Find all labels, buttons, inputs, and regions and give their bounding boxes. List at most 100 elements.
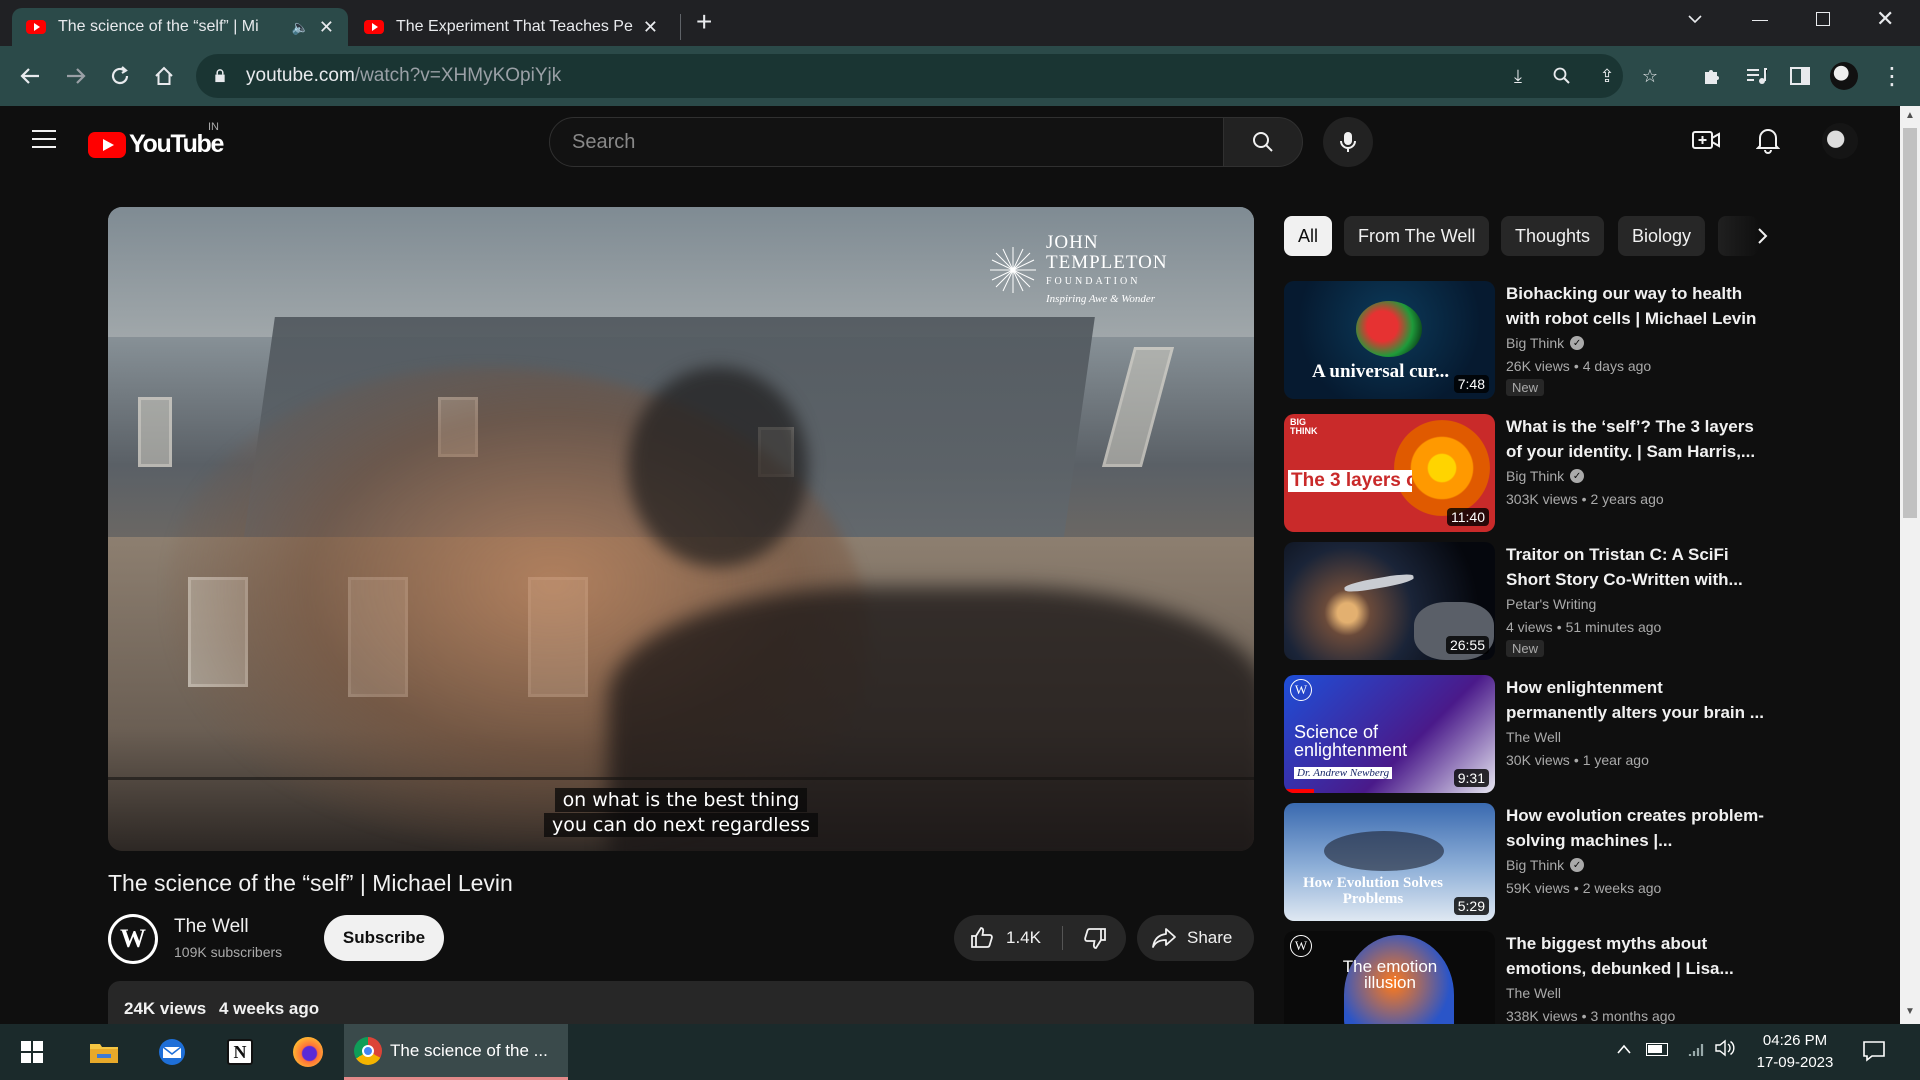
related-meta: 30K views • 1 year ago (1506, 752, 1649, 768)
install-app-icon[interactable]: ⤓ (1506, 64, 1530, 88)
scrollbar-thumb[interactable] (1903, 128, 1917, 518)
tab-experiment[interactable]: The Experiment That Teaches Pec ✕ (350, 8, 672, 46)
forward-arrow-icon[interactable] (60, 60, 92, 92)
balcony-rail (108, 777, 1254, 780)
duration-badge: 26:55 (1445, 636, 1489, 654)
thumb-text: The 3 layers of the ‘self’ (1288, 470, 1412, 492)
chip-next-chevron-icon[interactable] (1744, 218, 1780, 254)
taskbar-chrome-window[interactable]: The science of the ... (344, 1024, 568, 1080)
address-bar[interactable]: youtube.com/watch?v=XHMyKOpiYjk ⤓ ⇪ ☆ (196, 54, 1658, 98)
zoom-icon[interactable] (1550, 64, 1574, 88)
related-video[interactable]: BIG THINK The 3 layers of the ‘self’ 11:… (1284, 414, 1770, 532)
search-button[interactable] (1223, 117, 1303, 167)
notification-center-icon[interactable] (1862, 1040, 1886, 1067)
duration-badge: 7:48 (1453, 375, 1489, 393)
chip-from-the-well[interactable]: From The Well (1344, 216, 1490, 256)
share-button[interactable]: Share (1137, 915, 1254, 961)
youtube-favicon-icon (26, 20, 46, 34)
watermark-foundation: FOUNDATION (1046, 276, 1141, 287)
related-video[interactable]: A universal cur... 7:48 Biohacking our w… (1284, 281, 1770, 399)
volume-icon[interactable] (1714, 1038, 1736, 1063)
back-arrow-icon[interactable] (14, 60, 46, 92)
thumb-text: A universal cur... (1312, 361, 1450, 382)
video-thumbnail[interactable]: W Science of enlightenment Dr. Andrew Ne… (1284, 675, 1495, 793)
thumb-text: The emotion illusion (1342, 957, 1438, 992)
related-channel[interactable]: Big Think ✓ (1506, 468, 1585, 484)
share-page-icon[interactable]: ⇪ (1595, 64, 1619, 88)
channel-name[interactable]: The Well (174, 916, 249, 938)
related-video[interactable]: W The emotion illusion The biggest myths… (1284, 931, 1770, 1024)
related-channel[interactable]: The Well (1506, 729, 1561, 745)
mail-app-icon[interactable] (152, 1032, 192, 1072)
video-thumbnail[interactable]: W The emotion illusion (1284, 931, 1495, 1024)
url-text: youtube.com/watch?v=XHMyKOpiYjk (246, 65, 562, 86)
new-tab-button[interactable]: + (696, 6, 712, 38)
restore-icon[interactable] (1816, 12, 1830, 26)
notifications-bell-icon[interactable] (1755, 126, 1781, 159)
home-icon[interactable] (148, 60, 180, 92)
wifi-icon[interactable] (1684, 1038, 1706, 1063)
browser-menu-icon[interactable]: ⋮ (1876, 60, 1908, 92)
tab-title: The Experiment That Teaches Pec (396, 18, 633, 35)
related-video[interactable]: How Evolution Solves Problems 5:29 How e… (1284, 803, 1770, 921)
firefox-icon[interactable] (288, 1032, 328, 1072)
video-thumbnail[interactable]: BIG THINK The 3 layers of the ‘self’ 11:… (1284, 414, 1495, 532)
youtube-favicon-icon (364, 20, 384, 34)
related-channel[interactable]: The Well (1506, 985, 1561, 1001)
video-thumbnail[interactable]: How Evolution Solves Problems 5:29 (1284, 803, 1495, 921)
verified-check-icon: ✓ (1570, 469, 1585, 483)
file-explorer-icon[interactable] (84, 1032, 124, 1072)
related-meta: 4 views • 51 minutes ago (1506, 619, 1662, 635)
side-panel-icon[interactable] (1784, 60, 1816, 92)
subscribe-button[interactable]: Subscribe (324, 915, 444, 961)
media-control-icon[interactable] (1740, 60, 1772, 92)
windows-start-icon[interactable] (12, 1032, 52, 1072)
video-thumbnail[interactable]: 26:55 (1284, 542, 1495, 660)
like-button[interactable]: 1.4K (954, 915, 1062, 961)
youtube-logo[interactable]: YouTube IN (88, 121, 224, 159)
reload-icon[interactable] (104, 60, 136, 92)
video-player[interactable]: JOHN TEMPLETON FOUNDATION Inspiring Awe &… (108, 207, 1254, 851)
scroll-up-arrow-icon[interactable]: ▲ (1905, 110, 1915, 121)
tab-close-icon[interactable]: ✕ (643, 17, 658, 38)
search-icon (1253, 132, 1273, 152)
chip-all[interactable]: All (1284, 216, 1333, 256)
page-scrollbar[interactable]: ▲ ▼ (1900, 106, 1920, 1024)
tab-close-icon[interactable]: ✕ (319, 17, 334, 38)
tab-search-chevron-icon[interactable] (1686, 10, 1704, 33)
taskbar-window-title: The science of the ... (390, 1040, 548, 1060)
channel-avatar[interactable]: W (108, 914, 158, 964)
bookmark-star-icon[interactable]: ☆ (1638, 64, 1662, 88)
chip-biology[interactable]: Biology (1618, 216, 1706, 256)
battery-icon[interactable] (1646, 1043, 1668, 1056)
account-avatar[interactable] (1822, 123, 1858, 159)
video-thumbnail[interactable]: A universal cur... 7:48 (1284, 281, 1495, 399)
related-title: Biohacking our way to health with robot … (1506, 284, 1757, 328)
tab-science-of-self[interactable]: The science of the “self” | Mi 🔈 ✕ (12, 8, 348, 46)
related-title: How enlightenment permanently alters you… (1506, 678, 1764, 722)
profile-avatar-icon[interactable] (1828, 60, 1860, 92)
search-input[interactable] (550, 118, 1223, 166)
upload-age: 4 weeks ago (218, 999, 320, 1018)
show-hidden-icons-icon[interactable] (1616, 1042, 1632, 1060)
chip-thoughts[interactable]: Thoughts (1501, 216, 1605, 256)
duration-badge: 11:40 (1447, 508, 1489, 526)
related-channel[interactable]: Big Think ✓ (1506, 857, 1585, 873)
hamburger-menu-icon[interactable] (32, 130, 56, 150)
create-video-icon[interactable] (1692, 128, 1720, 157)
window-close-icon[interactable]: ✕ (1876, 6, 1894, 32)
voice-search-button[interactable] (1323, 117, 1373, 167)
lock-icon[interactable] (214, 69, 226, 83)
related-channel[interactable]: Petar's Writing (1506, 596, 1596, 612)
related-channel[interactable]: Big Think ✓ (1506, 335, 1585, 351)
related-video[interactable]: W Science of enlightenment Dr. Andrew Ne… (1284, 675, 1770, 793)
dislike-button[interactable] (1063, 915, 1126, 961)
related-video[interactable]: 26:55 Traitor on Tristan C: A SciFi Shor… (1284, 542, 1770, 660)
minimize-icon[interactable] (1752, 20, 1768, 21)
scroll-down-arrow-icon[interactable]: ▼ (1905, 1006, 1915, 1017)
extensions-puzzle-icon[interactable] (1696, 60, 1728, 92)
taskbar-clock[interactable]: 04:26 PM 17-09-2023 (1740, 1030, 1850, 1074)
notion-icon[interactable]: N (220, 1032, 260, 1072)
speaker-muted-icon[interactable]: 🔈 (291, 19, 308, 36)
clock-date: 17-09-2023 (1756, 1054, 1834, 1071)
